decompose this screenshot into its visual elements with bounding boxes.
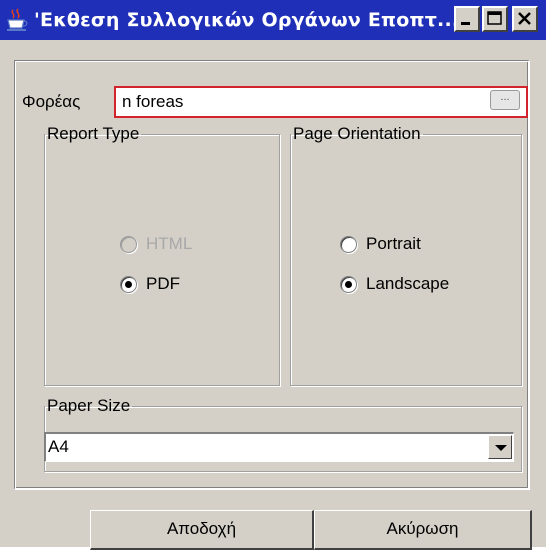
pdf-radio[interactable]: [120, 276, 137, 293]
maximize-button[interactable]: [482, 6, 508, 32]
browse-button[interactable]: ...: [490, 90, 520, 110]
dropdown-button[interactable]: [488, 435, 512, 459]
paper-size-value: A4: [48, 437, 69, 456]
foreas-input[interactable]: [122, 90, 462, 114]
page-orientation-group: Page Orientation: [290, 124, 522, 386]
maximize-icon: [487, 11, 502, 25]
close-icon: [518, 12, 531, 25]
close-button[interactable]: [512, 6, 538, 32]
html-radio-label: HTML: [146, 234, 193, 253]
accept-button[interactable]: Αποδοχή: [90, 510, 314, 550]
report-type-legend: Report Type: [47, 124, 140, 143]
foreas-field: ...: [114, 86, 528, 118]
landscape-radio-label: Landscape: [366, 274, 450, 293]
minimize-button[interactable]: [454, 6, 480, 32]
html-radio[interactable]: [120, 236, 137, 253]
portrait-radio-label: Portrait: [366, 234, 421, 253]
report-dialog: 'Εκθεση Συλλογικών Οργάνων Εποπτ... Φορέ…: [0, 0, 546, 550]
chevron-down-icon: [495, 445, 507, 451]
portrait-radio[interactable]: [340, 236, 357, 253]
java-cup-icon: [7, 8, 28, 31]
pdf-radio-label: PDF: [146, 274, 180, 293]
window-title: 'Εκθεση Συλλογικών Οργάνων Εποπτ...: [34, 9, 460, 31]
foreas-label: Φορέας: [22, 92, 81, 111]
paper-size-legend: Paper Size: [47, 396, 131, 415]
cancel-button[interactable]: Ακύρωση: [314, 510, 532, 550]
paper-size-select[interactable]: A4: [44, 432, 514, 462]
report-type-group: Report Type: [44, 124, 280, 386]
minimize-icon: [461, 22, 470, 25]
title-bar[interactable]: 'Εκθεση Συλλογικών Οργάνων Εποπτ...: [0, 0, 546, 40]
landscape-radio[interactable]: [340, 276, 357, 293]
page-orientation-legend: Page Orientation: [293, 124, 421, 143]
